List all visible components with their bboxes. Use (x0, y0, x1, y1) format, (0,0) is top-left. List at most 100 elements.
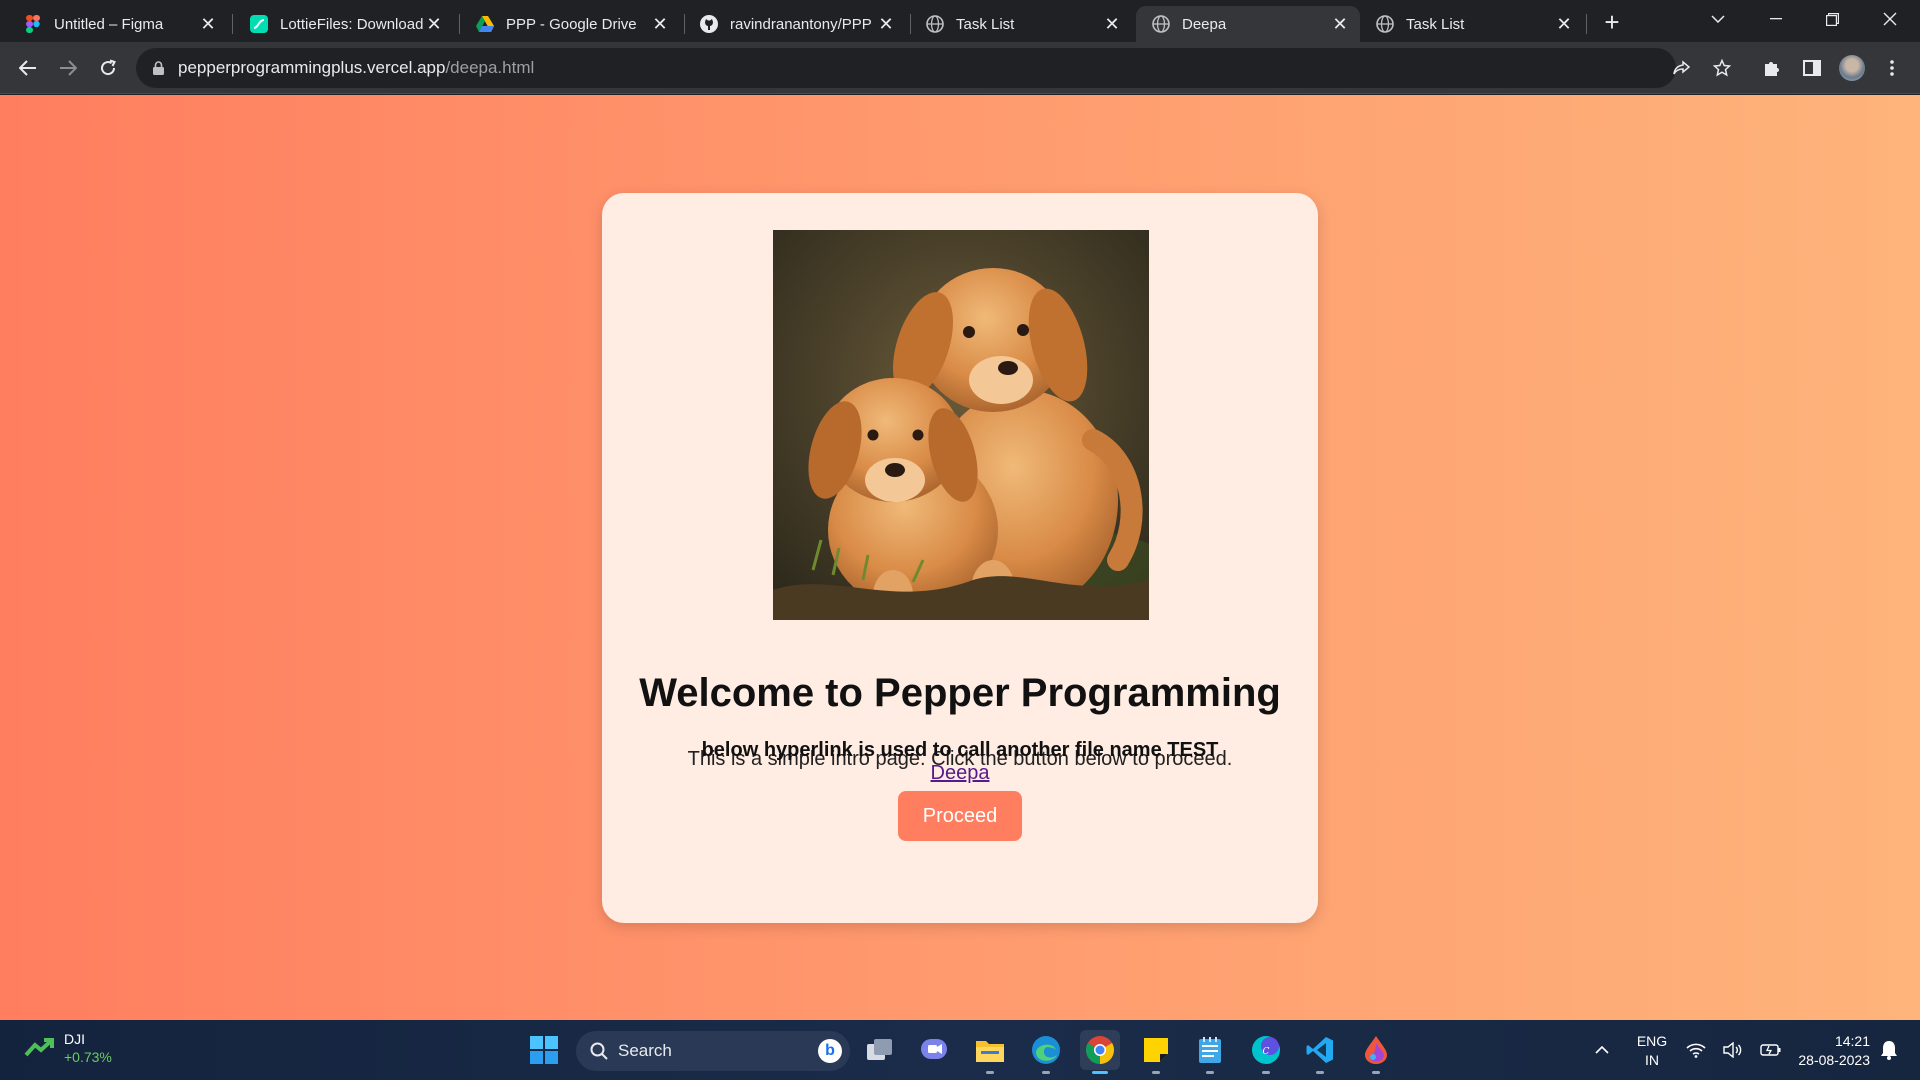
ticker-name: DJI (64, 1031, 85, 1047)
taskbar-search[interactable]: Search b (576, 1031, 850, 1071)
task-view-icon (867, 1039, 892, 1060)
clock-date: 28-08-2023 (1798, 1052, 1870, 1068)
lottiefiles-icon (250, 15, 268, 33)
github-icon (700, 15, 718, 33)
start-button[interactable] (524, 1030, 564, 1070)
tab-title: Untitled – Figma (54, 15, 164, 33)
close-icon[interactable]: ✕ (424, 14, 444, 34)
chevron-down-icon (1711, 15, 1725, 23)
tab-divider (1586, 14, 1587, 34)
restore-button[interactable] (1804, 0, 1860, 38)
web-page: Welcome to Pepper Programming This is a … (0, 95, 1920, 1020)
tab-lottiefiles[interactable]: LottieFiles: Download ✕ (228, 6, 454, 42)
address-bar[interactable]: pepperprogrammingplus.vercel.app/deepa.h… (136, 48, 1676, 88)
puppies-photo (773, 230, 1149, 620)
minimize-icon (1770, 18, 1782, 20)
side-panel-button[interactable] (1796, 52, 1828, 84)
menu-button[interactable] (1876, 52, 1908, 84)
new-tab-button[interactable]: + (1598, 7, 1626, 37)
share-button[interactable] (1666, 52, 1698, 84)
svg-text:C: C (1263, 1047, 1270, 1057)
chevron-up-icon (1595, 1046, 1609, 1054)
volume-icon (1723, 1042, 1742, 1058)
reload-icon (101, 59, 116, 76)
edge-button[interactable] (1026, 1030, 1066, 1074)
tab-title: Task List (956, 15, 1015, 33)
bookmark-button[interactable] (1706, 52, 1738, 84)
region-code: IN (1645, 1052, 1659, 1068)
lock-icon (150, 60, 166, 76)
reload-button[interactable] (92, 52, 124, 84)
close-icon[interactable]: ✕ (1330, 14, 1350, 34)
arrow-right-icon (60, 60, 77, 76)
arrow-left-icon (19, 60, 36, 76)
close-icon[interactable]: ✕ (876, 14, 896, 34)
language-code: ENG (1636, 1033, 1668, 1049)
notepad-button[interactable] (1190, 1030, 1230, 1074)
running-indicator (1316, 1071, 1324, 1074)
bing-icon: b (818, 1039, 842, 1063)
figma-icon (24, 15, 42, 33)
running-indicator (1152, 1071, 1160, 1074)
chrome-button[interactable] (1080, 1030, 1120, 1074)
file-explorer-icon (976, 1041, 1004, 1062)
minimize-button[interactable] (1748, 0, 1804, 38)
tab-deepa[interactable]: Deepa ✕ (1136, 6, 1360, 42)
running-indicator (1042, 1071, 1050, 1074)
tab-google-drive[interactable]: PPP - Google Drive ✕ (454, 6, 680, 42)
share-icon (1673, 60, 1691, 75)
stock-widget[interactable]: DJI +0.73% (24, 1030, 112, 1066)
close-window-button[interactable] (1862, 0, 1918, 38)
tab-figma[interactable]: Untitled – Figma ✕ (0, 6, 228, 42)
notepad-icon (1199, 1037, 1221, 1063)
proceed-button[interactable]: Proceed (898, 791, 1022, 841)
tab-github[interactable]: ravindranantony/PPP ✕ (680, 6, 906, 42)
side-panel-icon (1803, 60, 1821, 76)
star-icon (1713, 59, 1731, 77)
page-title: Welcome to Pepper Programming (639, 671, 1281, 715)
url-path: /deepa.html (445, 58, 535, 77)
chrome-icon (1086, 1036, 1114, 1064)
close-icon[interactable]: ✕ (1102, 14, 1122, 34)
extensions-button[interactable] (1756, 52, 1788, 84)
wifi-icon (1686, 1043, 1706, 1058)
close-icon[interactable]: ✕ (198, 14, 218, 34)
intro-card: Welcome to Pepper Programming This is a … (602, 193, 1318, 923)
avatar (1839, 55, 1865, 81)
tab-title: LottieFiles: Download (280, 15, 424, 33)
tab-task-list[interactable]: Task List ✕ (906, 6, 1132, 42)
show-hidden-icons-button[interactable] (1590, 1020, 1614, 1080)
forward-button[interactable] (52, 52, 84, 84)
windows-icon (530, 1036, 558, 1064)
system-clock[interactable]: 14:21 28-08-2023 (1780, 1032, 1870, 1070)
sticky-notes-icon (1144, 1038, 1168, 1062)
quick-settings[interactable] (1686, 1020, 1782, 1080)
notifications-button[interactable] (1874, 1020, 1904, 1080)
deepa-link[interactable]: Deepa (931, 762, 990, 784)
task-view-button[interactable] (860, 1030, 900, 1070)
google-drive-icon (476, 15, 494, 33)
sticky-notes-button[interactable] (1136, 1030, 1176, 1074)
tab-search-button[interactable] (1690, 0, 1746, 38)
vscode-button[interactable] (1300, 1030, 1340, 1074)
back-button[interactable] (12, 52, 44, 84)
bell-icon (1881, 1041, 1897, 1060)
canva-button[interactable]: C (1246, 1030, 1286, 1074)
tab-title: ravindranantony/PPP (730, 15, 872, 33)
language-indicator[interactable]: ENG IN (1634, 1032, 1670, 1070)
restore-icon (1825, 12, 1839, 26)
close-icon[interactable]: ✕ (650, 14, 670, 34)
file-explorer-button[interactable] (970, 1030, 1010, 1074)
battery-icon (1760, 1044, 1781, 1056)
tab-task-list-2[interactable]: Task List ✕ (1360, 6, 1584, 42)
profile-button[interactable] (1836, 52, 1868, 84)
trending-up-icon (24, 1038, 54, 1057)
tab-title: Deepa (1182, 15, 1227, 33)
hyperlink-note: below hyperlink is used to call another … (701, 739, 1219, 761)
teams-chat-button[interactable] (914, 1030, 954, 1070)
puzzle-icon (1765, 62, 1779, 76)
running-indicator (1372, 1071, 1380, 1074)
search-label: Search (618, 1041, 672, 1060)
close-icon[interactable]: ✕ (1554, 14, 1574, 34)
paint-drop-button[interactable] (1356, 1030, 1396, 1074)
